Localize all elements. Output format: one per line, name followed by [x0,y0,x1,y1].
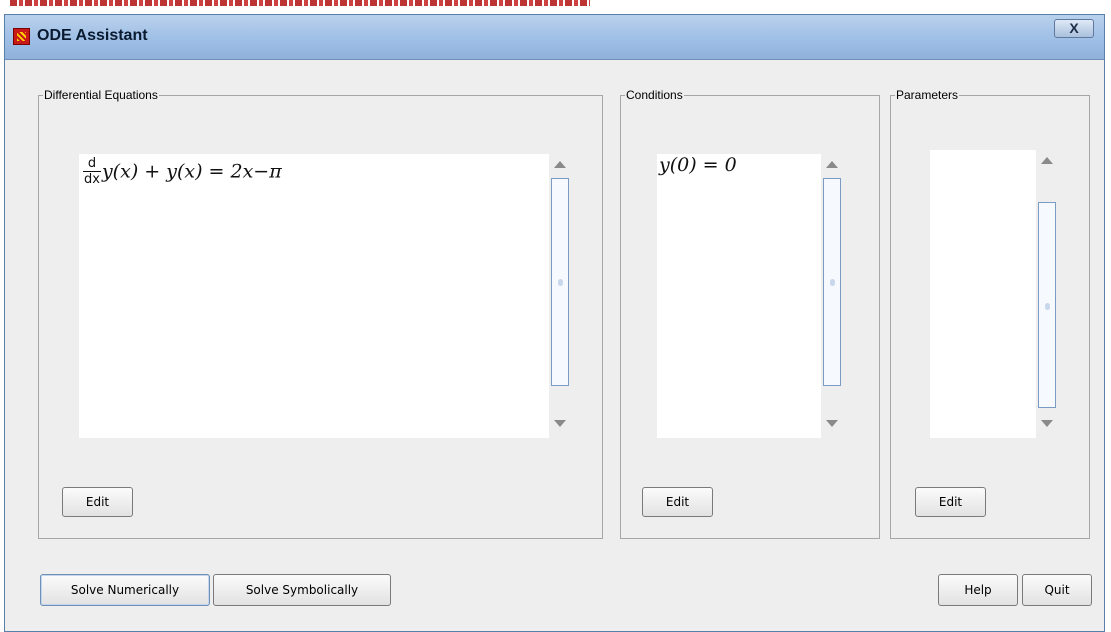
close-button[interactable]: X [1054,19,1094,38]
derivative-denominator: dx [84,172,100,187]
parameters-group: Parameters Edit [890,88,1090,539]
parameters-textarea[interactable] [930,150,1036,438]
differential-equations-scrollbar[interactable] [549,154,571,438]
differential-equations-label: Differential Equations [43,88,159,102]
edit-equations-button[interactable]: Edit [62,487,133,517]
derivative-numerator: d [83,156,101,172]
window-title: ODE Assistant [37,27,148,44]
ode-assistant-dialog: ODE Assistant X Differential Equations d… [4,14,1105,632]
parameters-label: Parameters [895,88,960,102]
scrollbar-thumb[interactable] [551,178,569,386]
title-bar[interactable]: ODE Assistant X [5,15,1104,60]
scroll-up-arrow-icon[interactable] [1036,150,1058,170]
parameters-scrollbar[interactable] [1036,150,1058,438]
scroll-down-arrow-icon[interactable] [1036,414,1058,434]
edit-conditions-button[interactable]: Edit [642,487,713,517]
edit-parameters-button[interactable]: Edit [915,487,986,517]
help-button[interactable]: Help [938,574,1018,606]
maple-leaf-icon [13,28,30,45]
conditions-textarea[interactable]: y(0) = 0 [657,154,821,438]
conditions-group: Conditions y(0) = 0 Edit [620,88,880,539]
differential-equation: d dx y(x) + y(x) = 2x−π [83,156,282,187]
background-window-title-fragment [10,0,590,6]
solve-numerically-button[interactable]: Solve Numerically [40,574,210,606]
background-window-strip [0,0,1111,14]
differential-equations-textarea[interactable]: d dx y(x) + y(x) = 2x−π [79,154,549,438]
quit-button[interactable]: Quit [1022,574,1092,606]
scrollbar-thumb[interactable] [1038,202,1056,408]
scroll-down-arrow-icon[interactable] [549,414,571,434]
scroll-down-arrow-icon[interactable] [821,414,843,434]
conditions-scrollbar[interactable] [821,154,843,438]
solve-symbolically-button[interactable]: Solve Symbolically [213,574,391,606]
scroll-up-arrow-icon[interactable] [549,154,571,174]
scroll-up-arrow-icon[interactable] [821,154,843,174]
equation-body: y(x) + y(x) = 2x−π [101,160,282,183]
close-icon: X [1069,20,1079,36]
scrollbar-thumb[interactable] [823,178,841,386]
differential-equations-group: Differential Equations d dx y(x) + y(x) … [38,88,603,539]
initial-condition: y(0) = 0 [659,154,737,176]
conditions-label: Conditions [625,88,684,102]
